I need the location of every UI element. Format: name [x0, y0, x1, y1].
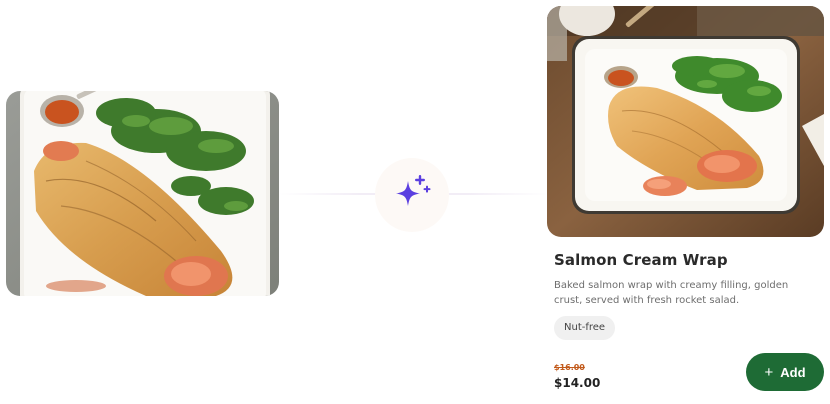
sparkle-icon [375, 158, 449, 232]
original-price: $16.00 [554, 363, 585, 372]
add-to-cart-button[interactable]: + Add [746, 353, 824, 391]
dish-description: Baked salmon wrap with creamy filling, g… [554, 280, 789, 306]
current-price: $14.00 [554, 376, 601, 390]
ai-enhance-comparison: Salmon Cream Wrap Baked salmon wrap with… [0, 0, 830, 404]
enhanced-dish-photo [547, 6, 824, 237]
dietary-tag: Nut-free [554, 316, 616, 340]
plus-icon: + [764, 363, 774, 381]
add-button-label: Add [780, 364, 806, 380]
original-dish-photo [6, 91, 279, 296]
menu-item-card: Salmon Cream Wrap Baked salmon wrap with… [547, 6, 824, 398]
dish-title: Salmon Cream Wrap [554, 251, 728, 269]
